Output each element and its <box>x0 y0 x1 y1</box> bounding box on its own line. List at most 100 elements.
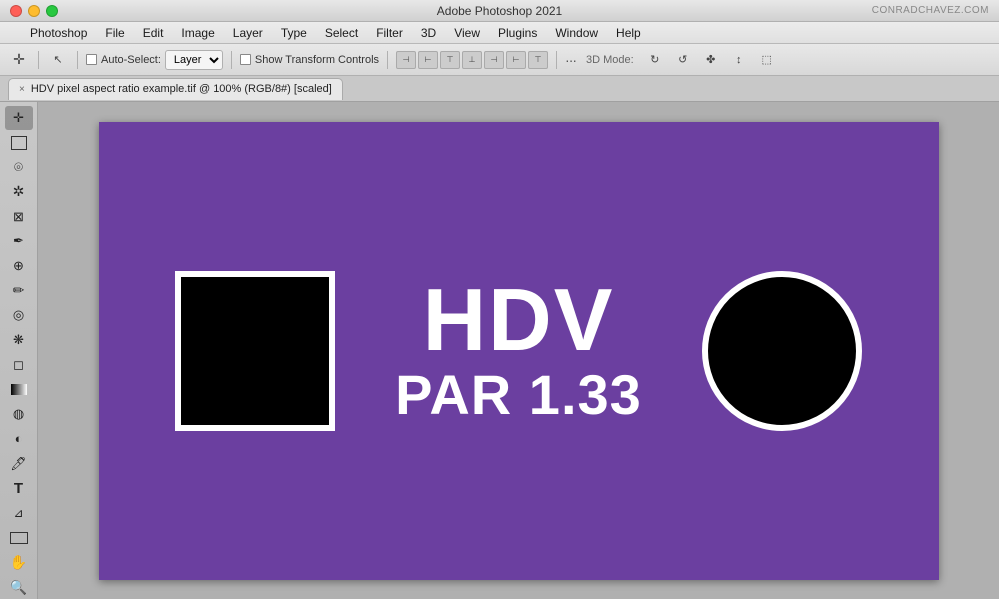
crop-icon: ⊠ <box>13 209 24 225</box>
menu-help[interactable]: Help <box>608 24 649 42</box>
separator-5 <box>556 51 557 69</box>
separator-1 <box>38 51 39 69</box>
menu-edit[interactable]: Edit <box>135 24 172 42</box>
hdv-circle-shape <box>702 271 862 431</box>
align-left[interactable]: ⊣ <box>396 51 416 69</box>
options-bar: ✛ ↖ Auto-Select: Layer Show Transform Co… <box>0 44 999 76</box>
tab-bar: × HDV pixel aspect ratio example.tif @ 1… <box>0 76 999 102</box>
title-bar: Adobe Photoshop 2021 CONRADCHAVEZ.COM <box>0 0 999 22</box>
eyedropper-icon: ✒ <box>13 233 24 249</box>
tab-close-button[interactable]: × <box>19 84 25 95</box>
hdv-square-shape <box>175 271 335 431</box>
magic-wand-btn[interactable]: ✲ <box>5 180 33 204</box>
brush-btn[interactable]: ✏ <box>5 279 33 303</box>
auto-select-label: Auto-Select: <box>101 54 161 66</box>
clone-icon: ◎ <box>13 307 24 323</box>
menu-file[interactable]: File <box>97 24 132 42</box>
menu-plugins[interactable]: Plugins <box>490 24 545 42</box>
type-icon: T <box>14 480 23 497</box>
3d-rotate-icon[interactable]: ↻ <box>644 49 666 71</box>
transform-checkbox[interactable] <box>240 54 251 65</box>
move-tool-icon: ✛ <box>13 110 24 126</box>
traffic-lights[interactable] <box>0 5 58 17</box>
healing-btn[interactable]: ⊕ <box>5 254 33 278</box>
lasso-tool-btn[interactable]: ⌾ <box>5 155 33 179</box>
menu-image[interactable]: Image <box>173 24 222 42</box>
align-bottom[interactable]: ⊢ <box>506 51 526 69</box>
maximize-button[interactable] <box>46 5 58 17</box>
move-tool-icon[interactable]: ✛ <box>8 49 30 71</box>
dodge-btn[interactable]: ◐ <box>5 427 33 451</box>
separator-4 <box>387 51 388 69</box>
brush-icon: ✏ <box>13 282 25 299</box>
zoom-btn[interactable]: 🔍 <box>5 575 33 599</box>
blur-icon: ◍ <box>13 406 24 422</box>
main-area: ✛ ⌾ ✲ ⊠ ✒ ⊕ ✏ ◎ ❋ ◻ <box>0 102 999 599</box>
align-center-h[interactable]: ⊢ <box>418 51 438 69</box>
minimize-button[interactable] <box>28 5 40 17</box>
align-top[interactable]: ⊥ <box>462 51 482 69</box>
healing-icon: ⊕ <box>13 258 24 274</box>
separator-3 <box>231 51 232 69</box>
tab-label: HDV pixel aspect ratio example.tif @ 100… <box>31 83 332 95</box>
canvas-area: HDV PAR 1.33 <box>38 102 999 599</box>
menu-select[interactable]: Select <box>317 24 366 42</box>
lasso-icon: ⌾ <box>14 159 23 176</box>
eraser-btn[interactable]: ◻ <box>5 353 33 377</box>
eyedropper-btn[interactable]: ✒ <box>5 230 33 254</box>
transform-controls-group: Show Transform Controls <box>240 54 379 66</box>
auto-select-checkbox[interactable] <box>86 54 97 65</box>
menu-type[interactable]: Type <box>273 24 315 42</box>
clone-btn[interactable]: ◎ <box>5 304 33 328</box>
move-tool-btn[interactable]: ✛ <box>5 106 33 130</box>
menu-photoshop[interactable]: Photoshop <box>22 24 95 42</box>
3d-mode-label: 3D Mode: <box>582 54 638 66</box>
path-selection-btn[interactable]: ⊿ <box>5 501 33 525</box>
history-btn[interactable]: ❋ <box>5 328 33 352</box>
crop-tool-btn[interactable]: ⊠ <box>5 205 33 229</box>
align-middle-v[interactable]: ⊣ <box>484 51 504 69</box>
selection-icon <box>11 136 27 150</box>
separator-2 <box>77 51 78 69</box>
menu-bar: Photoshop File Edit Image Layer Type Sel… <box>0 22 999 44</box>
pen-icon: 🖊 <box>10 456 27 472</box>
eraser-icon: ◻ <box>13 357 24 373</box>
canvas-content: HDV PAR 1.33 <box>99 122 939 580</box>
transform-label: Show Transform Controls <box>255 54 379 66</box>
zoom-icon: 🔍 <box>10 579 27 596</box>
gradient-icon <box>11 384 27 395</box>
website-label: CONRADCHAVEZ.COM <box>872 5 989 16</box>
hand-btn[interactable]: ✋ <box>5 551 33 575</box>
canvas: HDV PAR 1.33 <box>99 122 939 580</box>
layer-select[interactable]: Layer <box>165 50 223 70</box>
menu-view[interactable]: View <box>446 24 488 42</box>
menu-layer[interactable]: Layer <box>225 24 271 42</box>
document-tab[interactable]: × HDV pixel aspect ratio example.tif @ 1… <box>8 78 343 100</box>
type-btn[interactable]: T <box>5 477 33 501</box>
left-toolbar: ✛ ⌾ ✲ ⊠ ✒ ⊕ ✏ ◎ ❋ ◻ <box>0 102 38 599</box>
align-right[interactable]: ⊤ <box>440 51 460 69</box>
hdv-text-group: HDV PAR 1.33 <box>395 276 642 426</box>
close-button[interactable] <box>10 5 22 17</box>
align-buttons: ⊣ ⊢ ⊤ ⊥ ⊣ ⊢ ⊤ <box>396 51 548 69</box>
selection-tool-btn[interactable] <box>5 131 33 155</box>
path-icon: ⊿ <box>13 506 23 520</box>
more-options-button[interactable]: ··· <box>565 52 576 68</box>
3d-slide-icon[interactable]: ↕ <box>728 49 750 71</box>
menu-filter[interactable]: Filter <box>368 24 411 42</box>
arrow-tool-icon[interactable]: ↖ <box>47 49 69 71</box>
3d-roll-icon[interactable]: ↺ <box>672 49 694 71</box>
hand-icon: ✋ <box>10 554 27 571</box>
menu-3d[interactable]: 3D <box>413 24 444 42</box>
shape-btn[interactable] <box>5 526 33 550</box>
canvas-wrapper: HDV PAR 1.33 <box>99 122 939 580</box>
3d-pan-icon[interactable]: ✤ <box>700 49 722 71</box>
gradient-btn[interactable] <box>5 378 33 402</box>
hdv-par-text: PAR 1.33 <box>395 364 642 426</box>
3d-scale-icon[interactable]: ⬚ <box>756 49 778 71</box>
menu-window[interactable]: Window <box>547 24 606 42</box>
align-extra[interactable]: ⊤ <box>528 51 548 69</box>
blur-btn[interactable]: ◍ <box>5 402 33 426</box>
pen-btn[interactable]: 🖊 <box>5 452 33 476</box>
window-title: Adobe Photoshop 2021 <box>437 4 562 18</box>
